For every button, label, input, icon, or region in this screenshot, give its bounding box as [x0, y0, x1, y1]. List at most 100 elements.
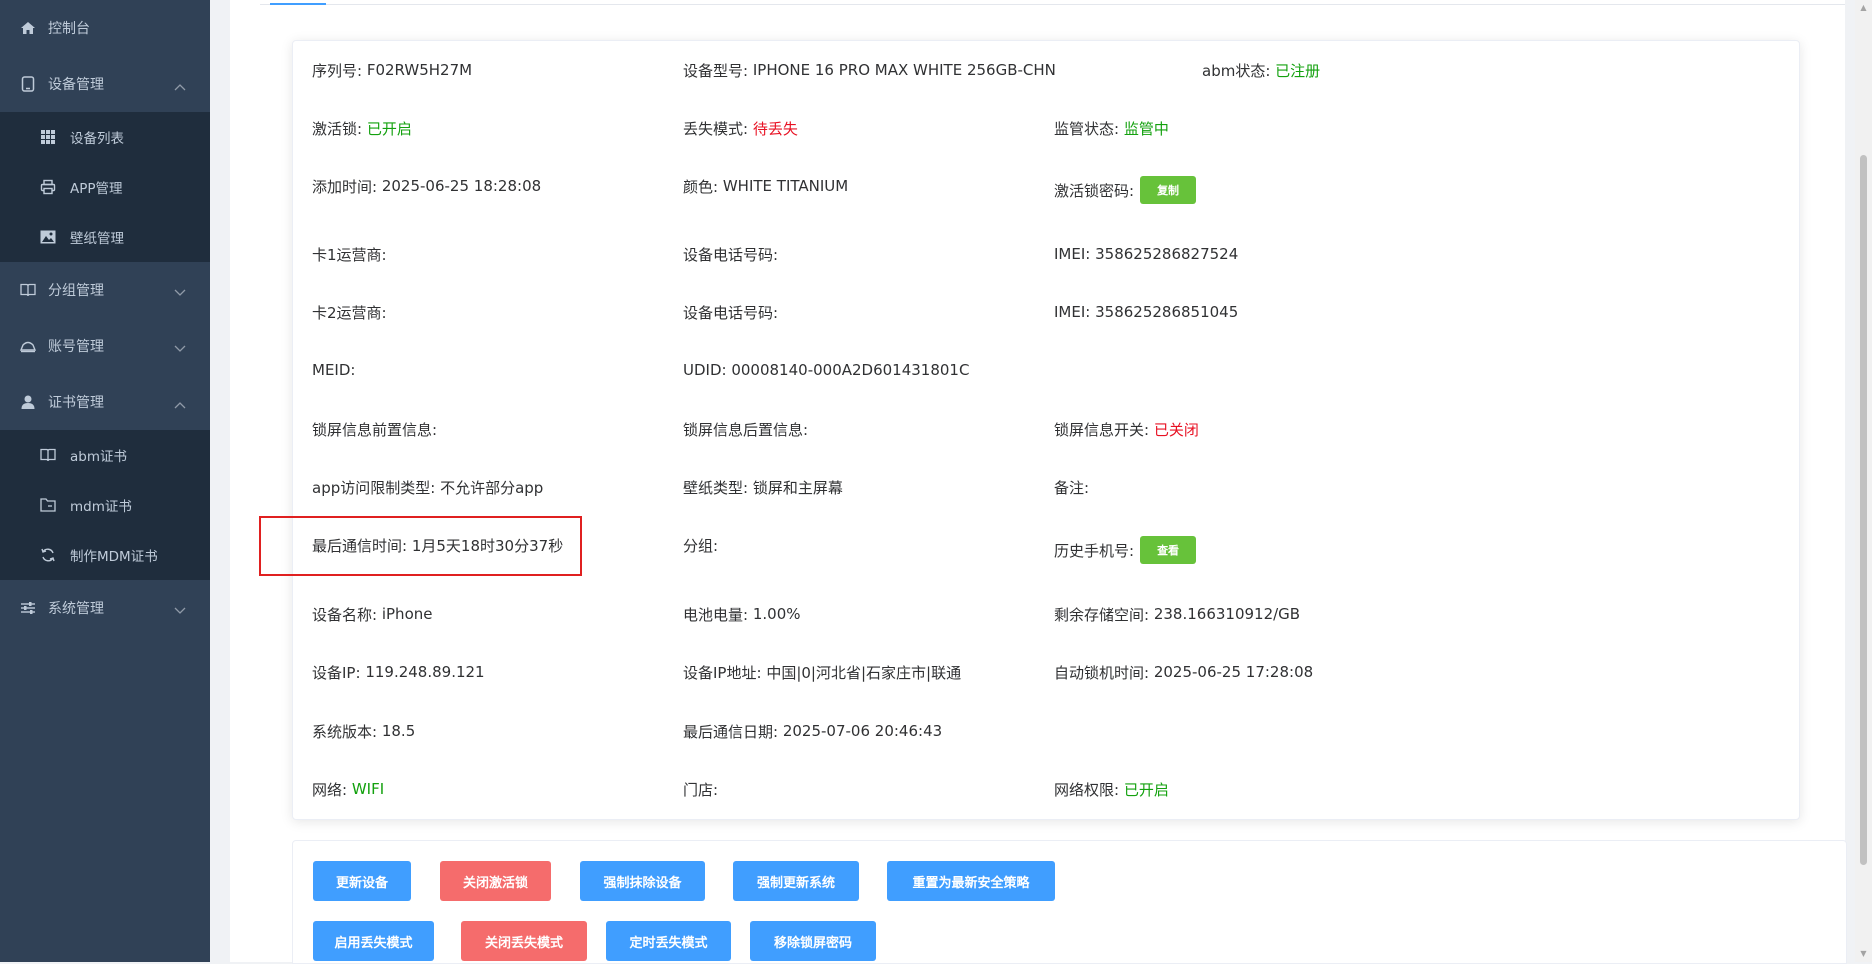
sim2-carrier: 卡2运营商: — [312, 303, 387, 322]
sidebar-item-label: 证书管理 — [48, 395, 104, 411]
sidebar-item-label: abm证书 — [70, 449, 127, 465]
cloud-icon — [20, 338, 36, 354]
sidebar-item-account-management[interactable]: 账号管理 — [0, 318, 210, 374]
sidebar-item-label: 系统管理 — [48, 601, 104, 617]
sidebar-item-app-management[interactable]: APP管理 — [0, 162, 210, 212]
app-restriction-type: app访问限制类型: 不允许部分app — [312, 478, 544, 497]
reset-security-policy-button[interactable]: 重置为最新安全策略 — [887, 861, 1055, 901]
copy-button[interactable]: 复制 — [1140, 176, 1197, 204]
sidebar-item-label: APP管理 — [70, 181, 123, 197]
info-row: MEID: UDID: 00008140-000A2D601431801C — [293, 355, 1799, 385]
lock-screen-suffix: 锁屏信息后置信息: — [683, 420, 809, 439]
auto-lock-time: 自动锁机时间: 2025-06-25 17:28:08 — [1054, 663, 1314, 682]
sidebar-item-device-list[interactable]: 设备列表 — [0, 112, 210, 162]
imei-2: IMEI: 358625286851045 — [1054, 303, 1239, 321]
sidebar-item-label: 设备列表 — [70, 131, 124, 147]
info-row: app访问限制类型: 不允许部分app 壁纸类型: 锁屏和主屏幕 备注: — [293, 472, 1799, 502]
enable-lost-mode-button[interactable]: 启用丢失模式 — [313, 921, 434, 961]
device-info-card: 序列号: F02RW5H27M 设备型号: IPHONE 16 PRO MAX … — [292, 40, 1800, 820]
content-panel: 序列号: F02RW5H27M 设备型号: IPHONE 16 PRO MAX … — [230, 0, 1847, 964]
group: 分组: — [683, 536, 719, 555]
sidebar-item-label: 制作MDM证书 — [70, 549, 158, 565]
sidebar: 控制台 设备管理 设备列表 APP管理 壁纸管理 分组管理 账号管理 证书管理 … — [0, 0, 210, 962]
folder-icon — [40, 497, 56, 513]
view-button[interactable]: 查看 — [1140, 536, 1197, 564]
sidebar-item-make-mdm-certificate[interactable]: 制作MDM证书 — [0, 530, 210, 580]
main-area: 序列号: F02RW5H27M 设备型号: IPHONE 16 PRO MAX … — [210, 0, 1855, 964]
action-buttons-card: 更新设备 关闭激活锁 强制抹除设备 强制更新系统 重置为最新安全策略 启用丢失模… — [292, 840, 1847, 964]
battery-level: 电池电量: 1.00% — [683, 605, 801, 624]
submenu-device-management: 设备列表 APP管理 壁纸管理 — [0, 112, 210, 262]
chevron-down-icon — [174, 285, 188, 296]
info-row: 锁屏信息前置信息: 锁屏信息后置信息: 锁屏信息开关: 已关闭 — [293, 414, 1799, 444]
meid: MEID: — [312, 361, 356, 379]
info-row: 最后通信时间: 1月5天18时30分37秒 分组: 历史手机号: 查看 — [293, 530, 1799, 564]
phone-number-2: 设备电话号码: — [683, 303, 779, 322]
device-ip-location: 设备IP地址: 中国|0|河北省|石家庄市|联通 — [683, 663, 962, 682]
force-update-system-button[interactable]: 强制更新系统 — [733, 861, 859, 901]
info-row: 设备名称: iPhone 电池电量: 1.00% 剩余存储空间: 238.166… — [293, 599, 1799, 629]
lost-mode-status: 丢失模式: 待丢失 — [683, 119, 798, 138]
abm-status: abm状态: 已注册 — [1202, 61, 1321, 80]
sidebar-item-certificate-management[interactable]: 证书管理 — [0, 374, 210, 430]
activation-lock-password: 激活锁密码: 复制 — [1054, 176, 1197, 204]
sidebar-item-system-management[interactable]: 系统管理 — [0, 580, 210, 636]
sidebar-item-abm-certificate[interactable]: abm证书 — [0, 430, 210, 480]
book-icon — [40, 447, 56, 463]
sidebar-item-mdm-certificate[interactable]: mdm证书 — [0, 480, 210, 530]
grid-icon — [40, 129, 56, 145]
info-row: 添加时间: 2025-06-25 18:28:08 颜色: WHITE TITA… — [293, 171, 1799, 204]
info-row: 系统版本: 18.5 最后通信日期: 2025-07-06 20:46:43 — [293, 716, 1799, 746]
picture-icon — [40, 229, 56, 245]
store: 门店: — [683, 780, 719, 799]
chevron-down-icon — [174, 603, 188, 614]
home-icon — [20, 20, 36, 36]
sidebar-item-label: mdm证书 — [70, 499, 132, 515]
device-color: 颜色: WHITE TITANIUM — [683, 177, 849, 196]
udid: UDID: 00008140-000A2D601431801C — [683, 361, 970, 379]
last-communication-date: 最后通信日期: 2025-07-06 20:46:43 — [683, 722, 943, 741]
lock-screen-switch: 锁屏信息开关: 已关闭 — [1054, 420, 1199, 439]
sidebar-item-label: 控制台 — [48, 21, 90, 37]
disable-lost-mode-button[interactable]: 关闭丢失模式 — [461, 921, 587, 961]
sidebar-item-label: 壁纸管理 — [70, 231, 124, 247]
last-communication-time: 最后通信时间: 1月5天18时30分37秒 — [312, 537, 564, 555]
force-erase-device-button[interactable]: 强制抹除设备 — [580, 861, 705, 901]
info-row: 激活锁: 已开启 丢失模式: 待丢失 监管状态: 监管中 — [293, 113, 1799, 143]
info-row: 卡1运营商: 设备电话号码: IMEI: 358625286827524 — [293, 239, 1799, 269]
info-row: 设备IP: 119.248.89.121 设备IP地址: 中国|0|河北省|石家… — [293, 657, 1799, 687]
refresh-icon — [40, 547, 56, 563]
supervise-status: 监管状态: 监管中 — [1054, 119, 1169, 138]
sim1-carrier: 卡1运营商: — [312, 245, 387, 264]
scrollbar[interactable]: ▲ ▼ — [1855, 0, 1872, 962]
tab-bar-divider — [260, 4, 1845, 5]
sidebar-item-wallpaper-management[interactable]: 壁纸管理 — [0, 212, 210, 262]
device-name: 设备名称: iPhone — [312, 605, 433, 624]
scroll-down-arrow[interactable]: ▼ — [1859, 950, 1868, 958]
remove-lock-passcode-button[interactable]: 移除锁屏密码 — [750, 921, 876, 961]
update-device-button[interactable]: 更新设备 — [313, 861, 411, 901]
device-model: 设备型号: IPHONE 16 PRO MAX WHITE 256GB-CHN — [683, 61, 1056, 80]
printer-icon — [40, 179, 56, 195]
info-row: 网络: WIFI 门店: 网络权限: 已开启 — [293, 774, 1799, 804]
chevron-down-icon — [174, 341, 188, 352]
sidebar-item-group-management[interactable]: 分组管理 — [0, 262, 210, 318]
network: 网络: WIFI — [312, 780, 385, 799]
lock-screen-prefix: 锁屏信息前置信息: — [312, 420, 438, 439]
phone-number-1: 设备电话号码: — [683, 245, 779, 264]
book-icon — [20, 282, 36, 298]
active-tab-indicator — [270, 3, 326, 5]
chevron-up-icon — [174, 397, 188, 409]
sidebar-item-label: 设备管理 — [48, 77, 104, 93]
serial-number: 序列号: F02RW5H27M — [312, 61, 473, 80]
remark: 备注: — [1054, 478, 1090, 497]
scroll-up-arrow[interactable]: ▲ — [1859, 4, 1868, 12]
scheduled-lost-mode-button[interactable]: 定时丢失模式 — [606, 921, 731, 961]
sidebar-item-device-management[interactable]: 设备管理 — [0, 56, 210, 112]
disable-activation-lock-button[interactable]: 关闭激活锁 — [440, 861, 551, 901]
sidebar-item-dashboard[interactable]: 控制台 — [0, 0, 210, 56]
scrollbar-thumb[interactable] — [1860, 155, 1867, 865]
activation-lock-status: 激活锁: 已开启 — [312, 119, 412, 138]
device-ip: 设备IP: 119.248.89.121 — [312, 663, 485, 682]
os-version: 系统版本: 18.5 — [312, 722, 416, 741]
